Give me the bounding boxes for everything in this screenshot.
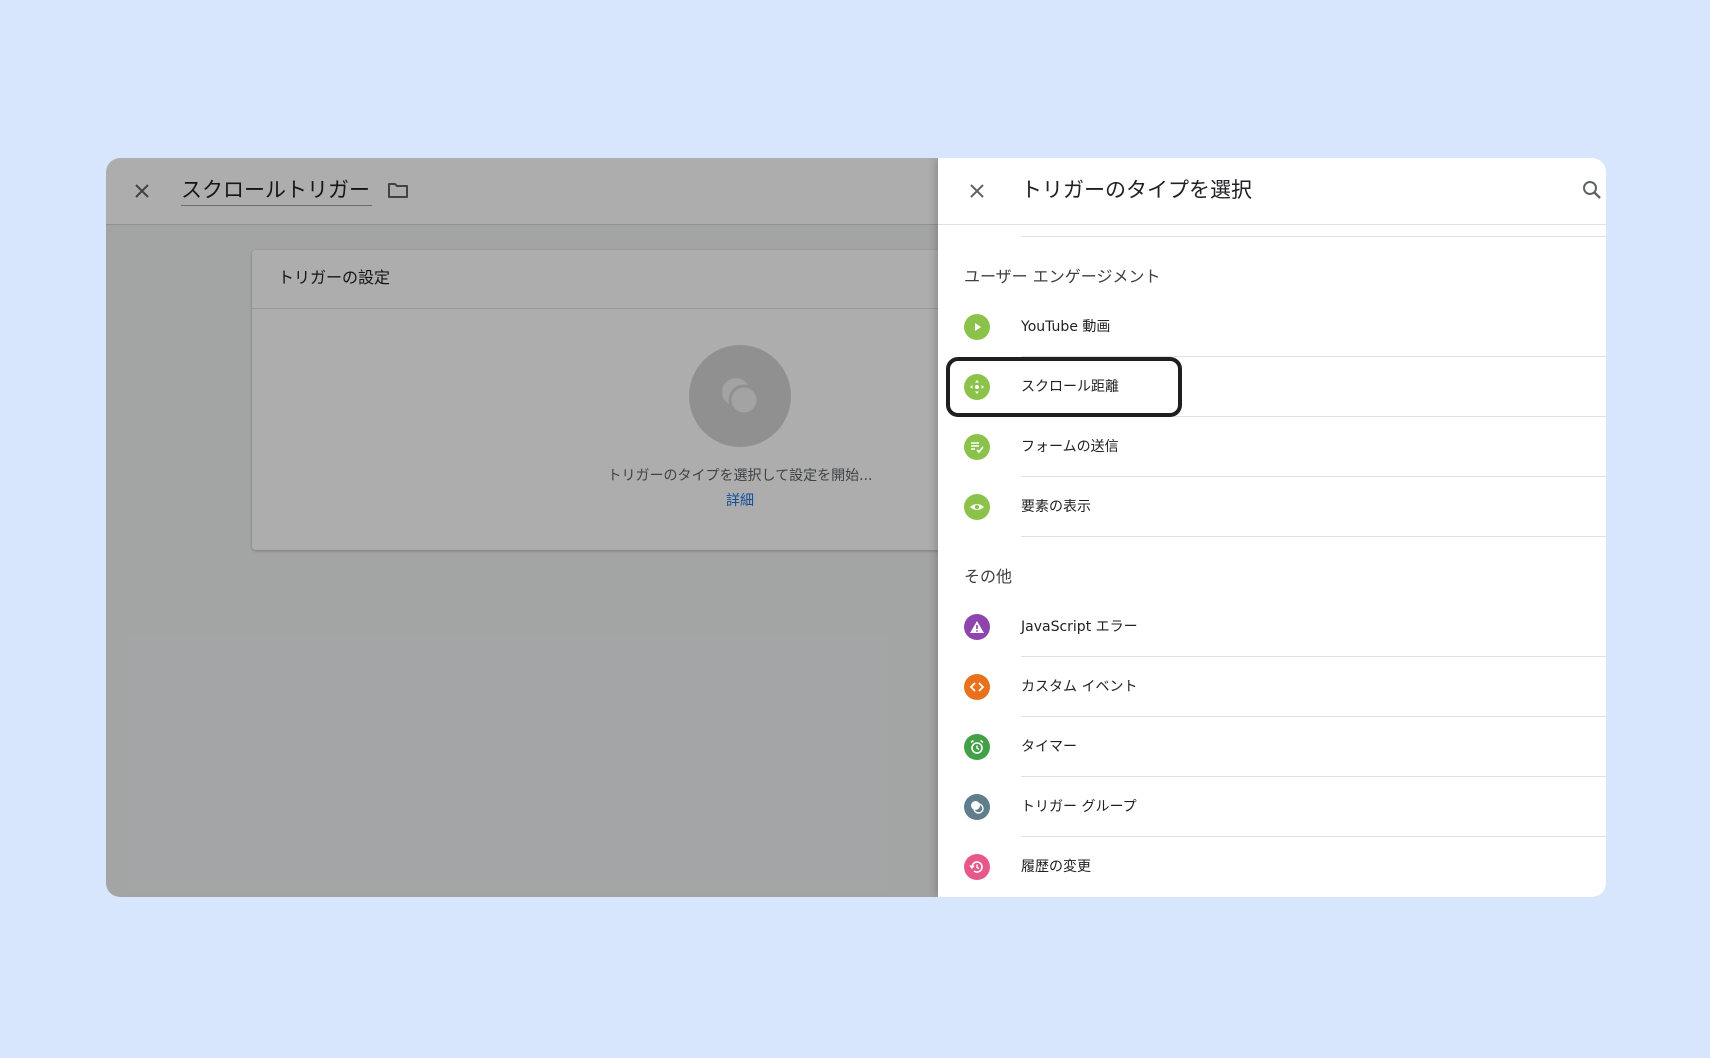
trigger-type-label: タイマー bbox=[1021, 739, 1077, 755]
trigger-type-label: JavaScript エラー bbox=[1021, 619, 1138, 635]
trigger-type-element-visibility[interactable]: 要素の表示 bbox=[938, 477, 1606, 537]
editor-body: トリガーの設定 トリガーのタイプを選択して設定を開始... 詳細 bbox=[106, 225, 972, 897]
card-title: トリガーの設定 bbox=[252, 250, 972, 309]
app-window: スクロールトリガー トリガーの設定 トリガーのタイプを選択して設定を開始... … bbox=[106, 158, 1606, 897]
warning-icon bbox=[964, 614, 990, 640]
history-icon bbox=[964, 854, 990, 880]
search-icon[interactable] bbox=[1580, 178, 1604, 202]
group-icon bbox=[964, 794, 990, 820]
section-label-user-engagement: ユーザー エンゲージメント bbox=[964, 267, 1161, 286]
trigger-type-history-change[interactable]: 履歴の変更 bbox=[938, 837, 1606, 897]
section-label-other: その他 bbox=[964, 567, 1013, 586]
editor-header: スクロールトリガー bbox=[106, 158, 938, 225]
trigger-type-label: 要素の表示 bbox=[1021, 499, 1091, 515]
trigger-type-label: カスタム イベント bbox=[1021, 679, 1138, 695]
form-check-icon bbox=[964, 434, 990, 460]
code-icon bbox=[964, 674, 990, 700]
learn-more-link[interactable]: 詳細 bbox=[552, 490, 928, 510]
selection-highlight bbox=[946, 357, 1182, 417]
trigger-editor: スクロールトリガー トリガーの設定 トリガーのタイプを選択して設定を開始... … bbox=[106, 158, 972, 897]
trigger-type-trigger-group[interactable]: トリガー グループ bbox=[938, 777, 1606, 837]
trigger-type-label: YouTube 動画 bbox=[1021, 319, 1111, 335]
trigger-type-custom-event[interactable]: カスタム イベント bbox=[938, 657, 1606, 717]
divider bbox=[1021, 536, 1606, 537]
trigger-type-timer[interactable]: タイマー bbox=[938, 717, 1606, 777]
folder-icon[interactable] bbox=[386, 178, 410, 202]
trigger-type-label: 履歴の変更 bbox=[1021, 859, 1091, 875]
divider bbox=[1021, 236, 1606, 237]
panel-header: トリガーのタイプを選択 bbox=[938, 158, 1606, 225]
panel-title: トリガーのタイプを選択 bbox=[1021, 178, 1252, 202]
card-hint: トリガーのタイプを選択して設定を開始... bbox=[607, 468, 873, 484]
trigger-type-javascript-error[interactable]: JavaScript エラー bbox=[938, 597, 1606, 657]
eye-icon bbox=[964, 494, 990, 520]
trigger-type-youtube[interactable]: YouTube 動画 bbox=[938, 297, 1606, 357]
close-icon[interactable] bbox=[130, 179, 154, 203]
trigger-config-card[interactable]: トリガーの設定 トリガーのタイプを選択して設定を開始... 詳細 bbox=[252, 250, 972, 550]
trigger-type-label: フォームの送信 bbox=[1021, 439, 1119, 455]
alarm-icon bbox=[964, 734, 990, 760]
trigger-type-placeholder-icon[interactable] bbox=[689, 345, 791, 447]
play-icon bbox=[964, 314, 990, 340]
trigger-type-label: トリガー グループ bbox=[1021, 799, 1137, 815]
close-icon[interactable] bbox=[965, 179, 989, 203]
trigger-type-panel: トリガーのタイプを選択 ユーザー エンゲージメント YouTube 動画 スクロ… bbox=[938, 158, 1606, 897]
trigger-type-form-submit[interactable]: フォームの送信 bbox=[938, 417, 1606, 477]
trigger-name-input[interactable]: スクロールトリガー bbox=[181, 175, 372, 206]
